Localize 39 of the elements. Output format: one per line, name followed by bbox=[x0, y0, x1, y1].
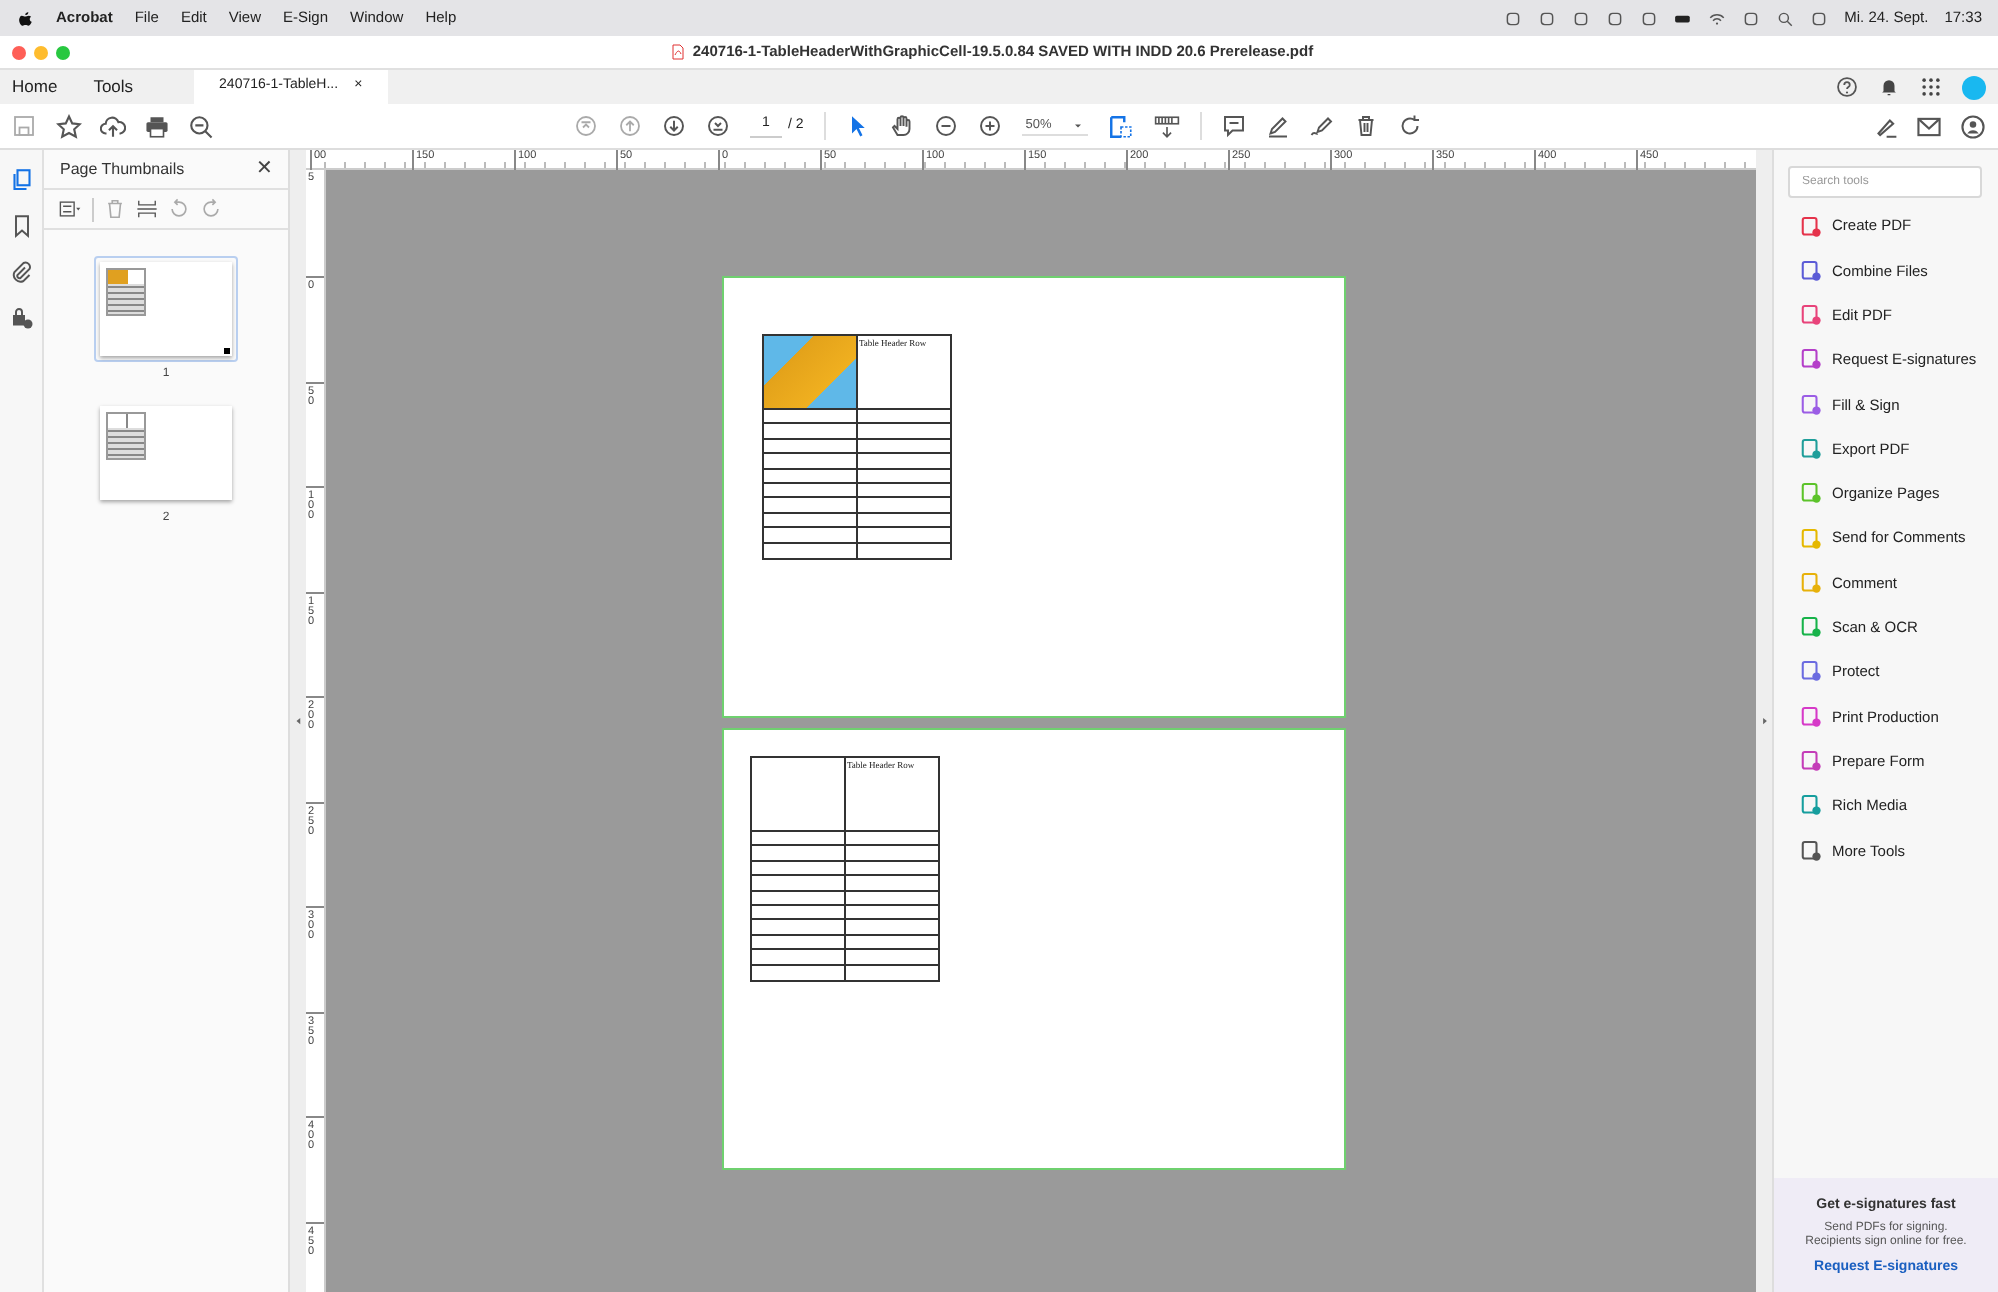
pen-sign-icon[interactable] bbox=[1872, 113, 1898, 139]
comment-icon[interactable] bbox=[1221, 114, 1246, 138]
zoom-out-icon[interactable] bbox=[188, 113, 214, 139]
bookmark-icon[interactable] bbox=[9, 214, 33, 238]
paperclip-icon[interactable] bbox=[9, 260, 33, 284]
mail-icon[interactable] bbox=[1916, 113, 1942, 139]
print-icon[interactable] bbox=[144, 113, 170, 139]
collapse-left-icon[interactable] bbox=[293, 716, 303, 726]
zoom-out-circle-icon[interactable] bbox=[933, 114, 958, 138]
expand-right-icon[interactable] bbox=[1759, 716, 1769, 726]
lock-info-icon[interactable] bbox=[9, 306, 33, 330]
rotate-icon[interactable] bbox=[1397, 114, 1422, 138]
page-thumbnail[interactable] bbox=[94, 256, 238, 362]
hand-icon[interactable] bbox=[889, 114, 914, 138]
bell-icon[interactable] bbox=[1878, 76, 1900, 98]
insert-page-icon[interactable] bbox=[136, 198, 158, 220]
last-page-icon[interactable] bbox=[706, 114, 730, 138]
fit-page-icon[interactable] bbox=[1107, 113, 1134, 139]
caret-icon bbox=[1071, 119, 1084, 131]
signature-pen-icon[interactable] bbox=[1309, 114, 1334, 138]
scroll-mode-icon[interactable] bbox=[1153, 113, 1180, 139]
search-icon[interactable] bbox=[1776, 9, 1795, 27]
close-window-button[interactable] bbox=[12, 45, 26, 59]
help-icon[interactable] bbox=[1836, 76, 1858, 98]
pages-icon[interactable] bbox=[9, 168, 33, 192]
close-panel-button[interactable]: ✕ bbox=[256, 154, 272, 184]
pdf-file-icon bbox=[670, 44, 687, 60]
apple-logo-icon[interactable] bbox=[16, 9, 34, 27]
panel-title: Page Thumbnails bbox=[60, 157, 185, 181]
app-grid-icon[interactable] bbox=[1920, 76, 1942, 98]
trash-icon[interactable] bbox=[1353, 114, 1378, 138]
zoom-in-circle-icon[interactable] bbox=[977, 114, 1002, 138]
options-menu-icon[interactable] bbox=[58, 198, 82, 220]
share-user-icon[interactable] bbox=[1960, 113, 1986, 139]
star-icon[interactable] bbox=[56, 113, 82, 139]
cloud-upload-icon[interactable] bbox=[100, 113, 126, 139]
pen-icon[interactable] bbox=[1265, 114, 1290, 138]
page-thumbnail[interactable] bbox=[94, 400, 238, 506]
wifi-icon[interactable] bbox=[1708, 9, 1727, 27]
